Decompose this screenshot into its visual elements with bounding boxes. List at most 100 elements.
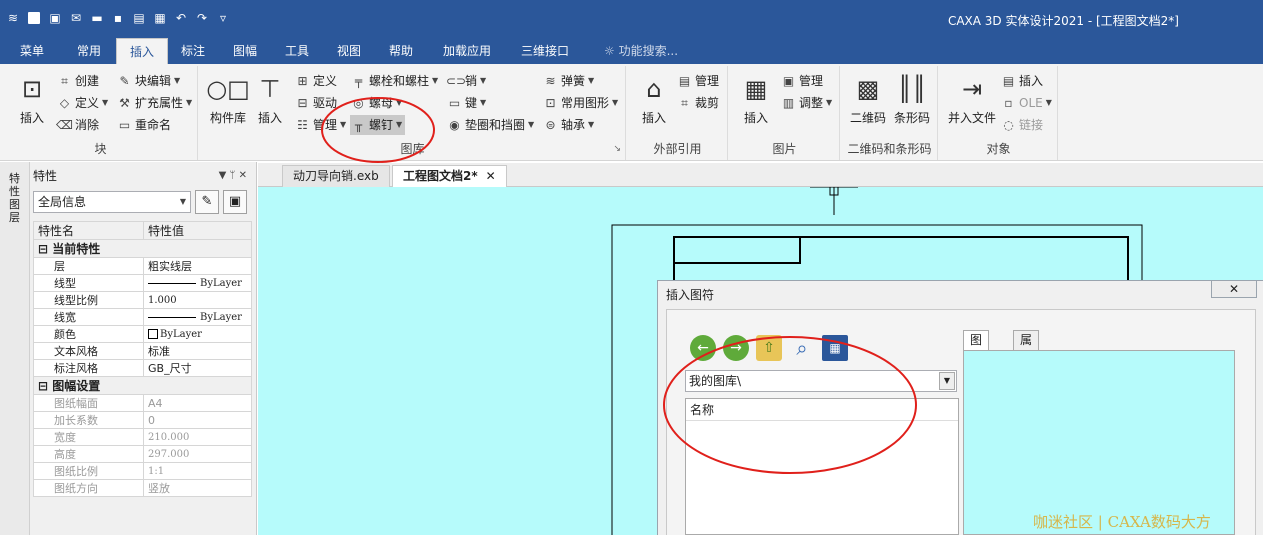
group-block: ⊡ 插入 ⌗ 创建 ◇ 定义 ▼ ⌫ 消除 ✎ 块编辑 ▼ ⚒ 扩充属性 ▼ ▭ 重命名 块 [4,66,198,160]
image-adjust-button[interactable]: ▥ 调整 ▼ [780,93,832,113]
nut-icon: ◎ [353,96,364,110]
xref-crop-button[interactable]: ⌗ 裁剪 [676,93,719,113]
library-manage-button[interactable]: ☷ 管理 ▼ [294,115,346,135]
new-icon[interactable] [28,12,40,24]
merge-file-button[interactable]: ⇥ 并入文件 [944,72,1000,126]
common-shape-button[interactable]: ⊡ 常用图形 ▼ [542,93,618,113]
forward-button[interactable]: → [723,335,749,361]
panel-controls[interactable]: ▼ ᛘ ✕ [219,166,247,186]
tab-shape[interactable]: 图形 [963,330,990,365]
ext-attr-icon: ⚒ [119,96,130,110]
xref-manage-icon: ▤ [678,74,691,88]
tab-sheet[interactable]: 图幅 [222,38,268,64]
ole-button[interactable]: ▫ OLE ▼ [1000,93,1051,113]
library-insert-button[interactable]: ⊤ 插入 [246,72,294,126]
tab-insert[interactable]: 插入 [116,38,168,64]
table-row[interactable]: 文本风格 标准 [33,342,252,360]
block-eliminate-button[interactable]: ⌫ 消除 [56,115,99,135]
group-label-xref: 外部引用 [653,142,702,156]
open-icon[interactable]: ▣ [46,9,64,27]
tab-menu[interactable]: 菜单 [10,38,54,64]
key-button[interactable]: ▭ 键 ▼ [446,93,486,113]
doc-tab-pin[interactable]: 动刀导向销.exb [282,165,390,187]
library-define-button[interactable]: ⊞ 定义 [294,71,337,91]
spring-button[interactable]: ≋ 弹簧 ▼ [542,71,594,91]
qrcode-button[interactable]: ▩ 二维码 [844,72,892,126]
folder-icon[interactable]: ▬ [88,9,106,27]
tab-help[interactable]: 帮助 [378,38,424,64]
view-mode-button[interactable]: ▦ [822,335,848,361]
block-define-button[interactable]: ◇ 定义 ▼ [56,93,108,113]
common-shape-icon: ⊡ [545,96,556,110]
xref-insert-button[interactable]: ⌂ 插入 [630,72,678,126]
ribbon: ⊡ 插入 ⌗ 创建 ◇ 定义 ▼ ⌫ 消除 ✎ 块编辑 ▼ ⚒ 扩充属性 ▼ ▭ 重命名 块 ○□… [0,64,1263,161]
library-drive-button[interactable]: ⊟ 驱动 [294,93,337,113]
tab-3d-interface[interactable]: 三维接口 [510,38,580,64]
section-current[interactable]: ⊟ 当前特性 [33,239,252,258]
function-search[interactable]: ☼ 功能搜索... [604,38,678,64]
mail-icon[interactable]: ✉ [67,9,85,27]
back-button[interactable]: ← [690,335,716,361]
table-row[interactable]: 层粗实线层 [33,257,252,275]
save-icon[interactable]: ▪ [109,9,127,27]
screw-button[interactable]: ╥ 螺钉 ▼ [350,115,406,135]
bearing-button[interactable]: ⊜ 轴承 ▼ [542,115,594,135]
list-header-name[interactable]: 名称 [686,399,958,421]
tab-view[interactable]: 视图 [326,38,372,64]
tab-annotate[interactable]: 标注 [170,38,216,64]
rename-button[interactable]: ▭ 重命名 [116,115,171,135]
saveas-icon[interactable]: ▤ [130,9,148,27]
customize-icon[interactable]: ▿ [214,9,232,27]
search-button[interactable]: ⌕ [789,335,815,361]
undo-icon[interactable]: ↶ [172,9,190,27]
print-icon[interactable]: ▦ [151,9,169,27]
drive-icon: ⊟ [297,96,308,110]
chevron-down-icon[interactable]: ▼ [939,372,955,390]
component-lib-button[interactable]: ○□ 构件库 [204,72,252,126]
nut-button[interactable]: ◎ 螺母 ▼ [350,93,402,113]
block-insert-button[interactable]: ⊡ 插入 [8,72,56,126]
tab-tools[interactable]: 工具 [274,38,320,64]
object-insert-button[interactable]: ▤ 插入 [1000,71,1043,91]
vertical-tab-label[interactable]: 特性 图层 [9,172,23,224]
title-bar: ≋ ▣ ✉ ▬ ▪ ▤ ▦ ↶ ↷ ▿ CAXA 3D 实体设计2021 - [… [0,0,1263,38]
block-create-button[interactable]: ⌗ 创建 [56,71,99,91]
tab-common[interactable]: 常用 [66,38,112,64]
block-edit-button[interactable]: ✎ 块编辑 ▼ [116,71,180,91]
tab-addins[interactable]: 加载应用 [434,38,500,64]
table-row[interactable]: 标注风格 GB_尺寸 [33,359,252,377]
table-row[interactable]: 颜色 ByLayer [33,325,252,343]
table-row[interactable]: 线型比例 1.000 [33,291,252,309]
close-icon[interactable]: ✕ [486,169,496,183]
tab-attributes[interactable]: 属性 [1013,330,1040,365]
table-row[interactable]: 线型 ByLayer [33,274,252,292]
library-path-combo[interactable]: 我的图库\ ▼ [685,370,957,392]
xref-manage-button[interactable]: ▤ 管理 [676,71,719,91]
dialog-launcher-icon[interactable]: ↘ [613,144,621,154]
qrcode-icon: ▩ [856,75,880,103]
symbol-list[interactable]: 名称 [685,398,959,535]
select-objects-button[interactable]: ▣ [223,190,247,214]
dialog-close-button[interactable]: ✕ [1211,280,1257,298]
quick-select-button[interactable]: ✎ [195,190,219,214]
screw-icon: ╥ [354,118,363,132]
washer-button[interactable]: ◉ 垫圈和挡圈 ▼ [446,115,534,135]
barcode-button[interactable]: ║║ 条形码 [888,72,936,126]
doc-tab-drawing2[interactable]: 工程图文档2* ✕ [392,165,507,187]
image-manage-button[interactable]: ▣ 管理 [780,71,823,91]
table-row[interactable]: 线宽 ByLayer [33,308,252,326]
barcode-icon: ║║ [897,75,927,103]
panel-vertical-tabs[interactable]: 特性 图层 [0,162,30,535]
layers-icon[interactable]: ≋ [4,9,22,27]
arrow-right-icon: → [730,340,742,356]
link-button[interactable]: ◌ 链接 [1000,115,1043,135]
object-selector[interactable]: 全局信息 ▼ [33,191,191,213]
pin-button[interactable]: ⊂⊃ 销 ▼ [446,71,486,91]
image-insert-button[interactable]: ▦ 插入 [732,72,780,126]
ext-attr-button[interactable]: ⚒ 扩充属性 ▼ [116,93,192,113]
up-folder-button[interactable]: ⇧ [756,335,782,361]
redo-icon[interactable]: ↷ [193,9,211,27]
panel-header: 特性 ▼ ᛘ ✕ [33,166,251,186]
section-sheet[interactable]: ⊟ 图幅设置 [33,376,252,395]
bolt-stud-button[interactable]: ╤ 螺栓和螺柱 ▼ [350,71,438,91]
